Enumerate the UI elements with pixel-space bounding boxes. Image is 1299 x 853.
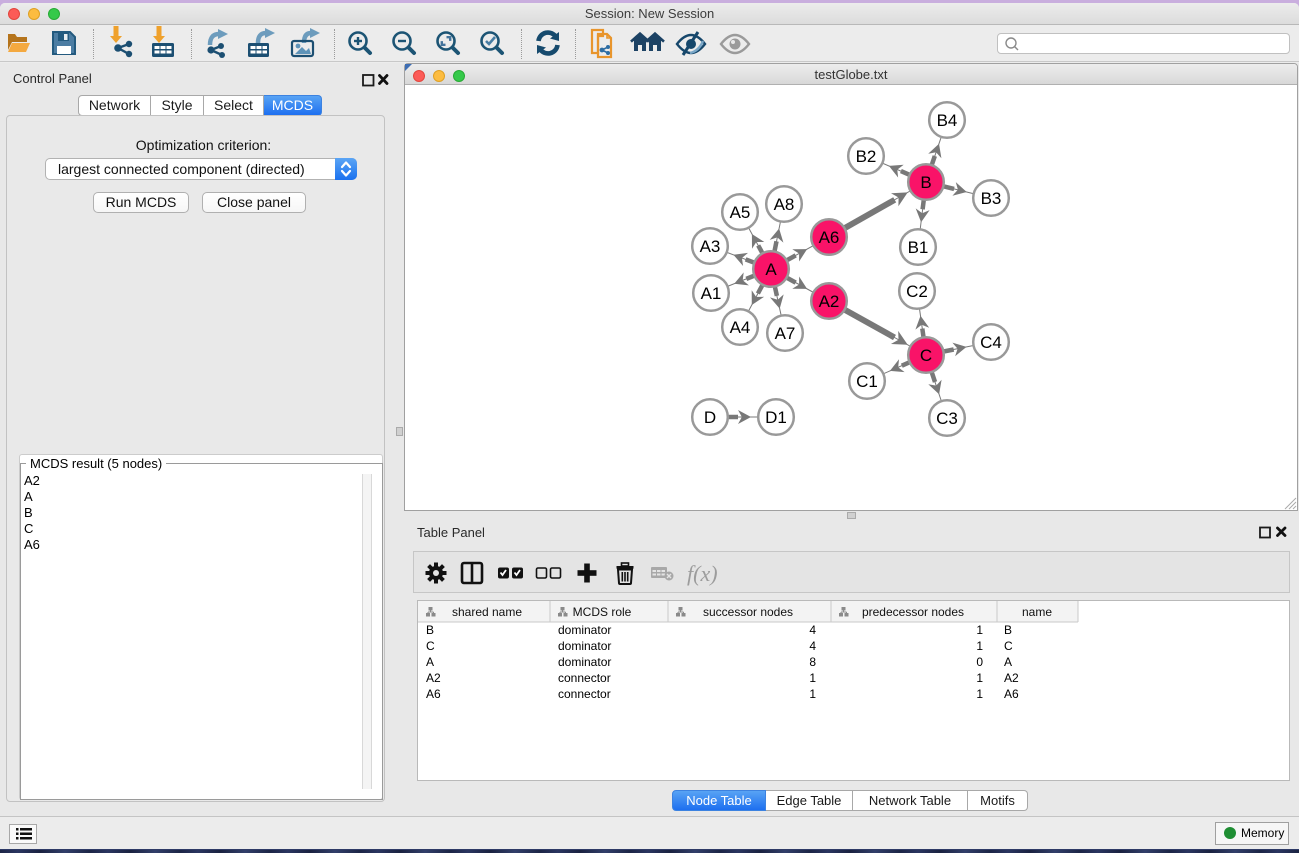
svg-text:A3: A3 xyxy=(700,237,721,256)
svg-text:C: C xyxy=(426,639,435,653)
svg-text:1: 1 xyxy=(976,687,983,701)
svg-text:C1: C1 xyxy=(856,372,878,391)
svg-text:1: 1 xyxy=(809,671,816,685)
svg-text:f(x): f(x) xyxy=(687,561,718,586)
svg-text:A7: A7 xyxy=(775,324,796,343)
svg-text:MCDS role: MCDS role xyxy=(573,605,632,619)
svg-text:dominator: dominator xyxy=(558,655,611,669)
svg-text:A6: A6 xyxy=(426,687,441,701)
svg-text:B: B xyxy=(426,623,434,637)
svg-text:B: B xyxy=(1004,623,1012,637)
svg-text:C3: C3 xyxy=(936,409,958,428)
svg-text:C: C xyxy=(1004,639,1013,653)
svg-text:A6: A6 xyxy=(819,228,840,247)
svg-text:A8: A8 xyxy=(774,195,795,214)
svg-text:B1: B1 xyxy=(908,238,929,257)
svg-text:B2: B2 xyxy=(856,147,877,166)
svg-text:D: D xyxy=(704,408,716,427)
svg-text:A2: A2 xyxy=(426,671,441,685)
svg-text:A: A xyxy=(1004,655,1012,669)
svg-text:4: 4 xyxy=(809,623,816,637)
svg-text:name: name xyxy=(1022,605,1052,619)
svg-text:successor nodes: successor nodes xyxy=(703,605,793,619)
svg-text:A: A xyxy=(765,260,777,279)
svg-text:predecessor nodes: predecessor nodes xyxy=(862,605,964,619)
svg-text:1: 1 xyxy=(976,639,983,653)
svg-text:4: 4 xyxy=(809,639,816,653)
svg-text:0: 0 xyxy=(976,655,983,669)
svg-text:shared name: shared name xyxy=(452,605,522,619)
svg-text:B4: B4 xyxy=(937,111,958,130)
svg-text:1: 1 xyxy=(976,623,983,637)
svg-text:C: C xyxy=(920,346,932,365)
svg-text:A4: A4 xyxy=(730,318,751,337)
svg-text:dominator: dominator xyxy=(558,639,611,653)
svg-text:A2: A2 xyxy=(819,292,840,311)
svg-text:C4: C4 xyxy=(980,333,1002,352)
svg-text:8: 8 xyxy=(809,655,816,669)
svg-text:connector: connector xyxy=(558,687,611,701)
svg-text:1: 1 xyxy=(976,671,983,685)
svg-text:B: B xyxy=(920,173,931,192)
svg-text:1: 1 xyxy=(809,687,816,701)
svg-text:A: A xyxy=(426,655,434,669)
svg-text:A5: A5 xyxy=(730,203,751,222)
svg-text:dominator: dominator xyxy=(558,623,611,637)
svg-text:D1: D1 xyxy=(765,408,787,427)
svg-text:B3: B3 xyxy=(981,189,1002,208)
svg-text:A2: A2 xyxy=(1004,671,1019,685)
svg-text:A6: A6 xyxy=(1004,687,1019,701)
svg-text:connector: connector xyxy=(558,671,611,685)
svg-text:A1: A1 xyxy=(701,284,722,303)
svg-text:C2: C2 xyxy=(906,282,928,301)
